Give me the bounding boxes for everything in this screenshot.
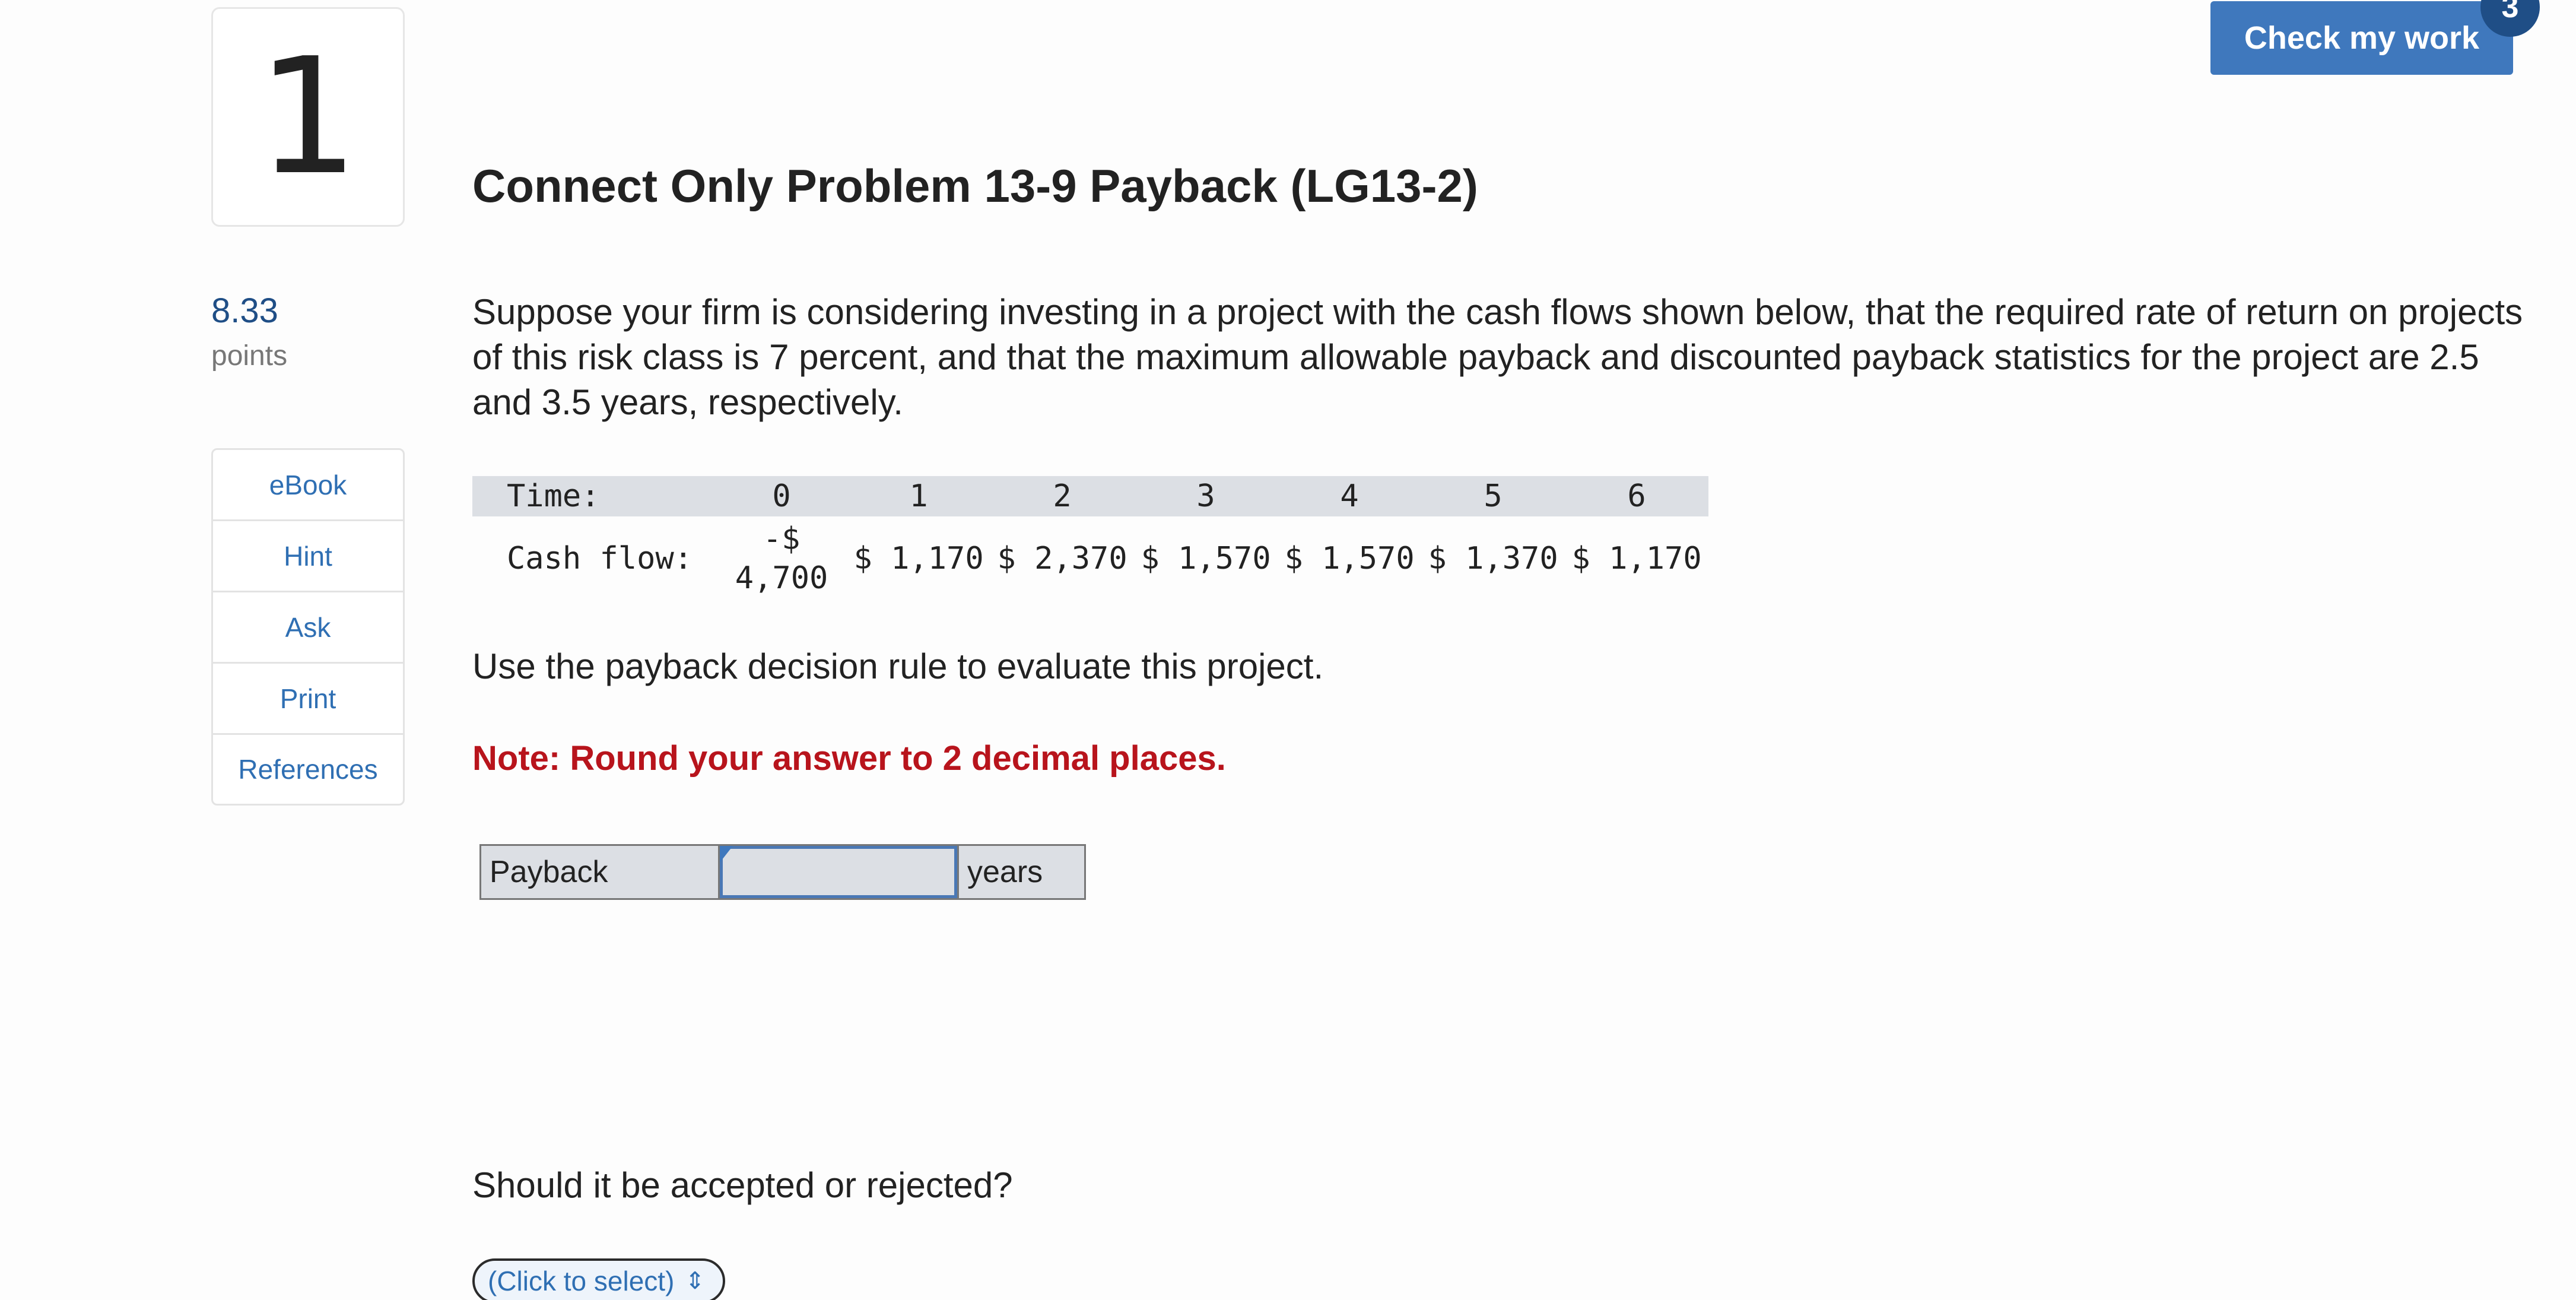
cash-flow-table: Time: 0 1 2 3 4 5 6 Cash flow: -$ 4,700 $… (472, 476, 1709, 601)
chevron-updown-icon: ⇕ (685, 1268, 705, 1294)
cash-flow-cell: $ 1,570 (1284, 541, 1415, 576)
side-item-ask[interactable]: Ask (213, 592, 403, 664)
cash-flow-cell: $ 1,170 (853, 541, 984, 576)
side-item-print[interactable]: Print (213, 664, 403, 735)
rounding-note: Note: Round your answer to 2 decimal pla… (472, 739, 1226, 778)
points-label: points (211, 340, 288, 372)
time-cell: 6 (1565, 476, 1709, 516)
cash-flow-time-row: Time: 0 1 2 3 4 5 6 (472, 476, 1709, 516)
time-cell: 1 (847, 476, 991, 516)
cash-flow-label: Cash flow: (507, 541, 693, 576)
question-prompt: Suppose your firm is considering investi… (472, 292, 2523, 422)
cash-flow-cell: $ 2,370 (997, 541, 1127, 576)
cash-flow-cell: $ 1,170 (1571, 541, 1702, 576)
instruction-text: Use the payback decision rule to evaluat… (472, 646, 1324, 686)
check-my-work-button[interactable]: Check my work (2210, 1, 2513, 75)
side-item-ebook[interactable]: eBook (213, 450, 403, 521)
side-item-hint[interactable]: Hint (213, 521, 403, 592)
question-number: 1 (257, 23, 359, 210)
select-placeholder: (Click to select) (488, 1266, 675, 1296)
time-cell: 0 (716, 476, 847, 516)
payback-unit: years (957, 846, 1084, 898)
payback-input[interactable] (720, 846, 957, 898)
question-title: Connect Only Problem 13-9 Payback (LG13-… (472, 160, 1478, 212)
flag-icon (720, 846, 733, 863)
cash-flow-row: Cash flow: -$ 4,700 $ 1,170 $ 2,370 $ 1,5… (472, 516, 1708, 601)
time-cell: 3 (1134, 476, 1278, 516)
cash-flow-cell: $ 1,370 (1428, 541, 1558, 576)
time-cell: 2 (990, 476, 1135, 516)
time-cell: 4 (1278, 476, 1422, 516)
payback-answer-row: Payback years (479, 844, 1086, 900)
cash-flow-cell-0: -$ 4,700 (716, 516, 847, 601)
question-number-box: 1 (211, 7, 405, 227)
cash-flow-cell: $ 1,570 (1141, 541, 1271, 576)
points-value: 8.33 (211, 291, 278, 330)
question-page: 1 8.33 points eBook Hint Ask Print Refer… (0, 0, 2576, 1300)
time-cell: 5 (1421, 476, 1565, 516)
payback-input-wrap (720, 846, 957, 898)
accept-reject-select[interactable]: (Click to select) ⇕ (472, 1258, 725, 1300)
cash-flow-value-0: -$ 4,700 (735, 521, 828, 596)
payback-label: Payback (481, 846, 720, 898)
time-label: Time: (472, 476, 717, 516)
accept-reject-question: Should it be accepted or rejected? (472, 1165, 1013, 1205)
side-menu: eBook Hint Ask Print References (211, 448, 405, 806)
side-item-references[interactable]: References (213, 735, 403, 804)
